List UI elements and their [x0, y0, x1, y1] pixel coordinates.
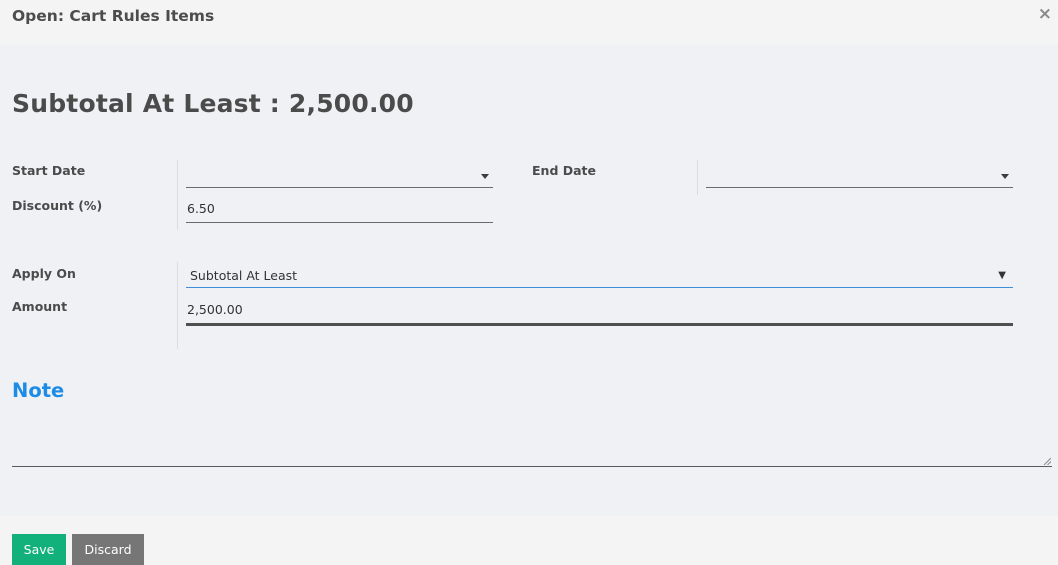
caret-down-icon[interactable] — [481, 174, 489, 179]
dialog-footer: Save Discard — [0, 516, 1058, 565]
end-date-input[interactable] — [706, 163, 1013, 188]
note-heading: Note — [12, 379, 65, 402]
discard-button[interactable]: Discard — [72, 534, 144, 565]
dialog-title: Open: Cart Rules Items — [12, 7, 215, 25]
apply-on-label: Apply On — [12, 266, 76, 281]
dialog-header: Open: Cart Rules Items × — [0, 0, 1058, 45]
field-separator — [697, 160, 698, 195]
discount-value: 6.50 — [187, 201, 215, 216]
end-date-label: End Date — [532, 163, 597, 178]
amount-value: 2,500.00 — [187, 302, 243, 317]
discount-input[interactable]: 6.50 — [186, 198, 493, 223]
apply-on-value: Subtotal At Least — [190, 268, 298, 283]
amount-label: Amount — [12, 299, 68, 314]
save-button[interactable]: Save — [12, 534, 66, 565]
discount-label: Discount (%) — [12, 198, 103, 213]
amount-input[interactable]: 2,500.00 — [186, 297, 1013, 326]
caret-down-icon[interactable] — [1001, 174, 1009, 179]
start-date-label: Start Date — [12, 163, 86, 178]
dropdown-arrow-icon[interactable]: ▼ — [998, 271, 1006, 281]
start-date-input[interactable] — [186, 163, 493, 188]
field-separator — [177, 160, 178, 230]
close-icon[interactable]: × — [1038, 4, 1052, 24]
resize-grip-icon[interactable] — [1043, 457, 1051, 465]
note-textarea[interactable] — [12, 420, 1052, 467]
record-title: Subtotal At Least : 2,500.00 — [12, 89, 414, 118]
apply-on-select[interactable]: Subtotal At Least ▼ — [186, 262, 1013, 288]
field-separator — [177, 262, 178, 349]
dialog-body: Subtotal At Least : 2,500.00 Start Date … — [0, 45, 1058, 516]
